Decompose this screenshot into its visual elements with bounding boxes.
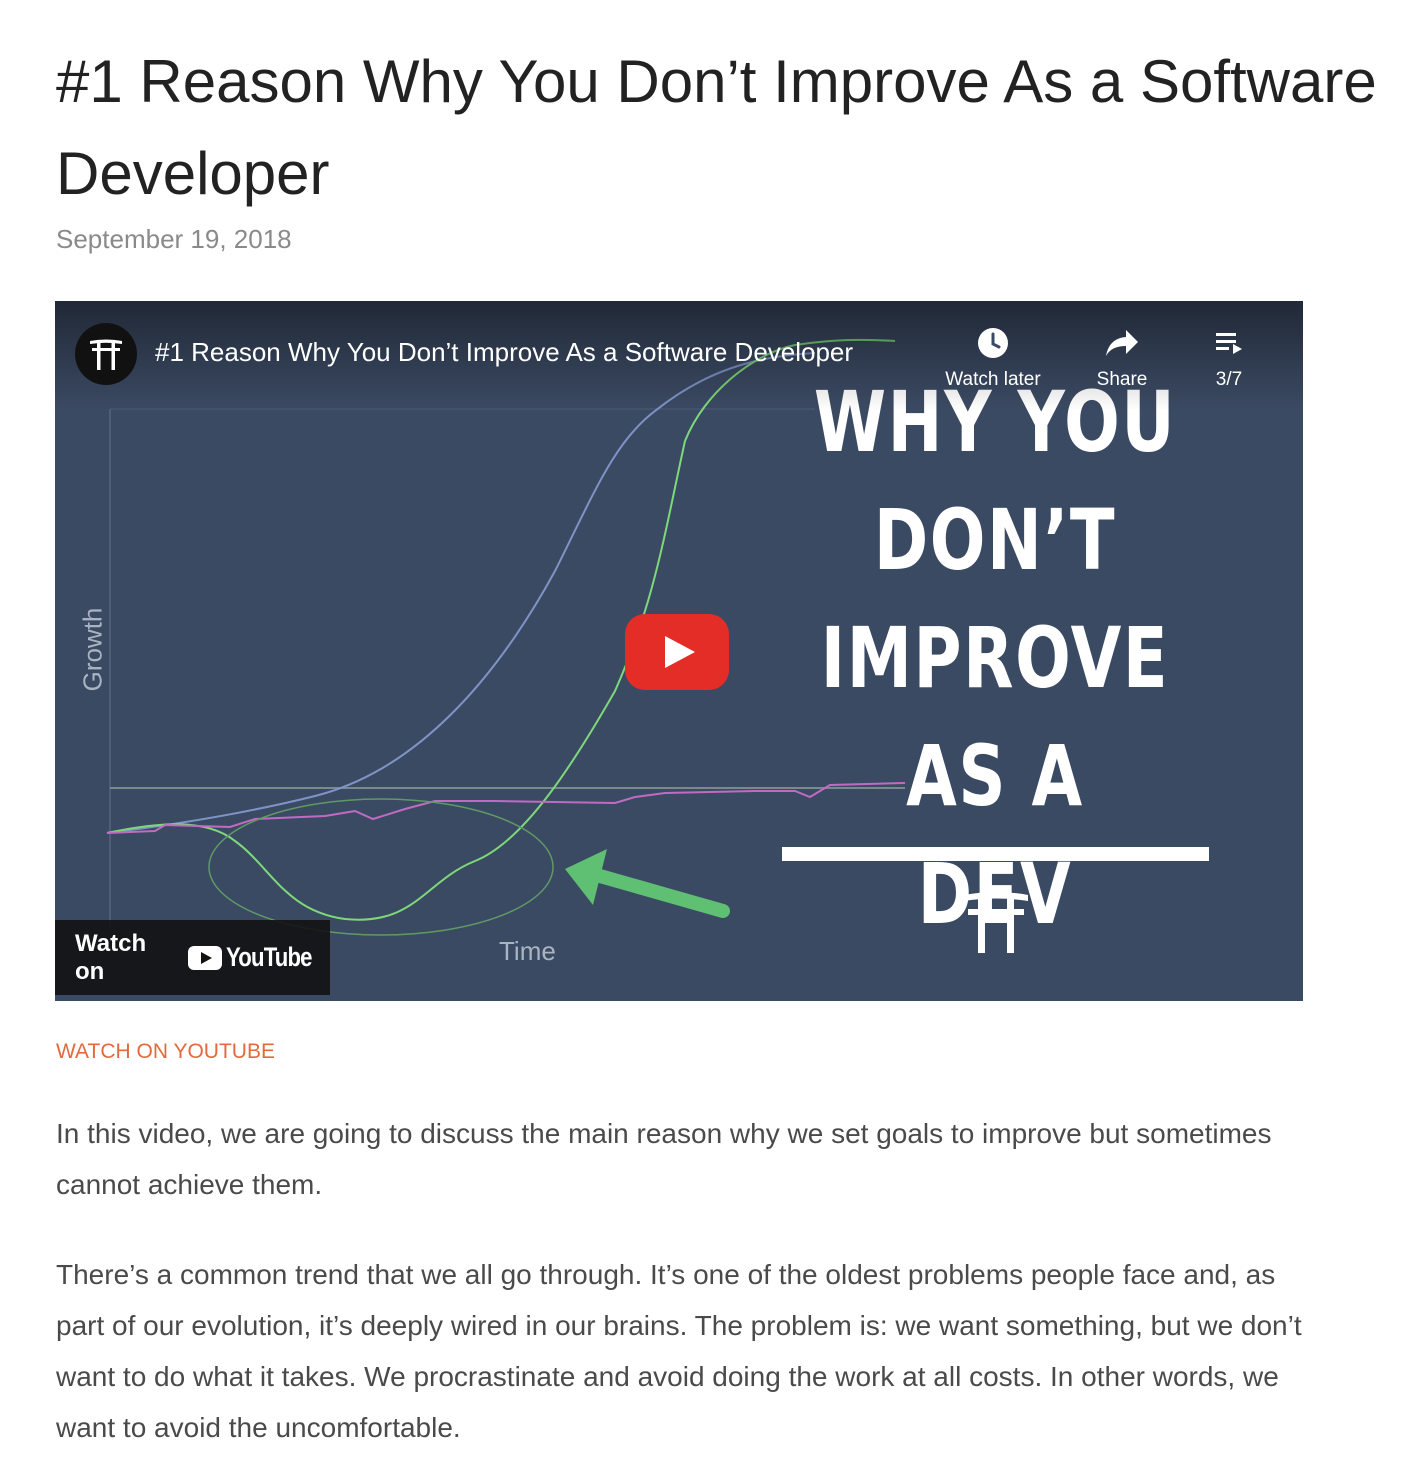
- video-embed[interactable]: Growth Time WHY YOU DON’T IMPROVE AS A D…: [55, 301, 1303, 1001]
- watch-later-label: Watch later: [945, 369, 1041, 390]
- share-label: Share: [1096, 369, 1148, 390]
- watch-on-youtube-link[interactable]: WATCH ON YOUTUBE: [56, 1040, 275, 1064]
- watch-later-button[interactable]: Watch later: [935, 323, 1051, 391]
- paragraph: There’s a common trend that we all go th…: [56, 1259, 1302, 1443]
- youtube-wordmark: YouTube: [225, 942, 313, 972]
- playlist-icon: [1216, 333, 1242, 354]
- torii-logo-icon: [964, 892, 1028, 953]
- thumbnail-divider: [782, 847, 1209, 861]
- axis-y-label: Growth: [77, 607, 108, 692]
- youtube-logo: YouTube: [187, 942, 330, 973]
- video-title-link[interactable]: #1 Reason Why You Don’t Improve As a Sof…: [155, 337, 853, 368]
- youtube-play-icon: [187, 945, 222, 970]
- watch-on-label: Watch on: [75, 929, 147, 985]
- playlist-count: 3/7: [1215, 369, 1243, 390]
- post-title: #1 Reason Why You Don’t Improve As a Sof…: [56, 48, 1377, 207]
- post-date: September 19, 2018: [56, 224, 292, 254]
- playlist-button[interactable]: 3/7: [1195, 323, 1263, 391]
- torii-logo-icon: [90, 339, 122, 370]
- headline-line: DON’T: [873, 491, 1117, 589]
- share-arrow-icon: [1106, 330, 1138, 356]
- clock-icon: [978, 328, 1008, 358]
- thumbnail-headline: WHY YOU DON’T IMPROVE AS A DEV: [800, 363, 1190, 953]
- axis-x-label: Time: [499, 936, 556, 966]
- paragraph: In this video, we are going to discuss t…: [56, 1118, 1272, 1200]
- share-button[interactable]: Share: [1077, 323, 1167, 391]
- headline-line: IMPROVE AS A: [820, 609, 1170, 825]
- channel-avatar[interactable]: [75, 323, 137, 385]
- watch-on-youtube-button[interactable]: Watch on YouTube: [55, 920, 330, 995]
- play-button[interactable]: [625, 614, 729, 690]
